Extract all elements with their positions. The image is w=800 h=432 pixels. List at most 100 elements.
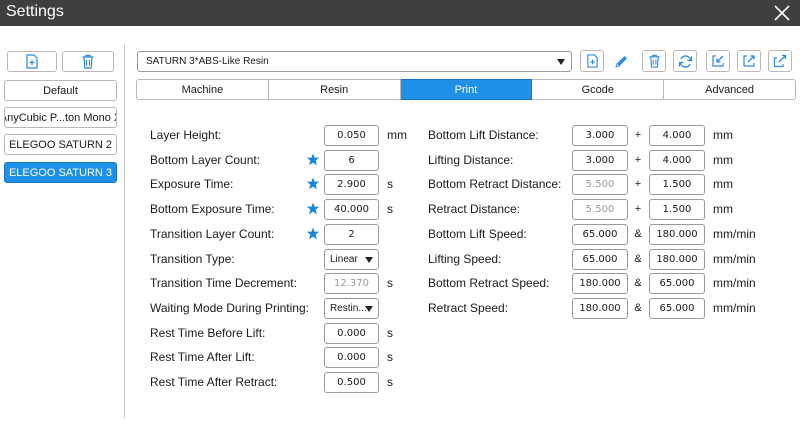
copy-icon: [773, 54, 787, 68]
setting-unit: mm: [713, 128, 733, 142]
new-file-icon: [586, 54, 598, 68]
setting-input[interactable]: 65.000: [649, 297, 705, 319]
setting-input[interactable]: 180.000: [572, 297, 628, 319]
tab-gcode[interactable]: Gcode: [532, 79, 665, 100]
setting-unit: s: [387, 350, 393, 365]
setting-input[interactable]: 12.370: [324, 273, 379, 295]
export-icon: [743, 55, 755, 67]
setting-operator: +: [634, 129, 642, 141]
printer-item[interactable]: AnyCubic P...ton Mono X: [4, 107, 117, 128]
setting-input[interactable]: 2: [324, 223, 379, 245]
setting-unit: mm: [387, 128, 407, 142]
setting-input[interactable]: 3.000: [572, 149, 628, 171]
setting-input[interactable]: 65.000: [572, 248, 628, 270]
setting-operator: &: [634, 252, 642, 265]
export-profile-button[interactable]: [737, 50, 761, 72]
setting-label: Waiting Mode During Printing:: [150, 300, 309, 315]
setting-input[interactable]: 180.000: [572, 273, 628, 295]
setting-unit: s: [387, 325, 393, 340]
setting-input[interactable]: 180.000: [649, 248, 705, 270]
setting-unit: mm: [713, 177, 733, 192]
edit-profile-button[interactable]: [609, 50, 633, 72]
setting-unit: s: [387, 177, 393, 192]
new-file-icon: [26, 54, 38, 69]
tab-print[interactable]: Print: [400, 79, 533, 100]
setting-label: Bottom Layer Count:: [150, 152, 261, 167]
setting-input[interactable]: 0.000: [324, 322, 379, 344]
setting-operator: &: [634, 277, 642, 290]
copy-profile-button[interactable]: [768, 50, 792, 72]
chevron-down-icon: [365, 256, 373, 263]
profile-select-value: SATURN 3*ABS-Like Resin: [146, 56, 269, 67]
setting-operator: +: [634, 203, 642, 216]
tab-advanced[interactable]: Advanced: [664, 79, 796, 100]
edit-pencil-icon: [614, 55, 627, 68]
window-title: Settings: [6, 3, 64, 20]
setting-label: Exposure Time:: [150, 177, 234, 192]
profile-select[interactable]: SATURN 3*ABS-Like Resin: [137, 51, 572, 72]
star-icon: [306, 227, 320, 241]
setting-input[interactable]: 65.000: [572, 223, 628, 245]
delete-trash-icon: [648, 54, 660, 68]
setting-input[interactable]: 40.000: [324, 199, 379, 221]
setting-input[interactable]: 1.500: [649, 174, 705, 196]
setting-label: Rest Time After Lift:: [150, 350, 255, 365]
delete-printer-button[interactable]: [62, 51, 114, 72]
setting-label: Bottom Retract Distance:: [428, 177, 562, 192]
setting-input[interactable]: 0.500: [324, 372, 379, 393]
import-profile-button[interactable]: [706, 50, 730, 72]
setting-operator: +: [634, 153, 642, 166]
setting-unit: mm: [713, 152, 733, 167]
tab-machine[interactable]: Machine: [136, 79, 269, 100]
setting-input[interactable]: 5.500: [572, 199, 628, 221]
close-icon[interactable]: [772, 3, 792, 23]
title-bar: Settings: [0, 0, 800, 26]
setting-input[interactable]: 0.050: [324, 125, 379, 146]
setting-unit: mm/min: [713, 276, 756, 291]
setting-label: Bottom Retract Speed:: [428, 276, 550, 291]
setting-operator: &: [634, 301, 642, 314]
tab-resin[interactable]: Resin: [268, 79, 401, 100]
delete-trash-icon: [82, 54, 94, 69]
star-icon: [306, 202, 320, 216]
setting-operator: +: [634, 178, 642, 191]
chevron-down-icon: [557, 59, 565, 65]
setting-dropdown[interactable]: Restin...: [324, 297, 379, 319]
setting-label: Lifting Distance:: [428, 152, 514, 167]
setting-unit: s: [387, 375, 393, 389]
setting-label: Bottom Lift Distance:: [428, 128, 539, 142]
star-icon: [306, 153, 320, 167]
delete-profile-button[interactable]: [642, 50, 666, 72]
printer-item[interactable]: Default: [4, 80, 117, 101]
import-icon: [712, 55, 724, 67]
setting-dropdown[interactable]: Linear: [324, 248, 379, 270]
setting-input[interactable]: 4.000: [649, 149, 705, 171]
setting-label: Rest Time After Retract:: [150, 375, 278, 389]
setting-input[interactable]: 3.000: [572, 125, 628, 146]
setting-input[interactable]: 180.000: [649, 223, 705, 245]
setting-input[interactable]: 6: [324, 149, 379, 171]
setting-unit: mm/min: [713, 251, 756, 266]
settings-tabs: Machine Resin Print Gcode Advanced: [136, 79, 796, 100]
setting-unit: mm: [713, 202, 733, 217]
printer-item[interactable]: ELEGOO SATURN 3: [4, 162, 117, 183]
sidebar-divider: [124, 44, 125, 418]
setting-input[interactable]: 1.500: [649, 199, 705, 221]
setting-input[interactable]: 2.900: [324, 174, 379, 196]
setting-input[interactable]: 5.500: [572, 174, 628, 196]
setting-label: Transition Time Decrement:: [150, 276, 297, 291]
setting-input[interactable]: 0.000: [324, 347, 379, 369]
setting-label: Bottom Lift Speed:: [428, 226, 527, 241]
setting-unit: s: [387, 202, 393, 217]
setting-input[interactable]: 4.000: [649, 125, 705, 146]
add-printer-button[interactable]: [7, 51, 57, 72]
setting-label: Retract Speed:: [428, 300, 509, 315]
printer-item[interactable]: ELEGOO SATURN 2: [4, 134, 117, 155]
setting-input[interactable]: 65.000: [649, 273, 705, 295]
setting-label: Transition Layer Count:: [150, 226, 275, 241]
new-profile-button[interactable]: [580, 50, 604, 72]
setting-label: Rest Time Before Lift:: [150, 325, 266, 340]
refresh-icon: [678, 54, 692, 68]
setting-dropdown-value: Restin...: [330, 302, 367, 314]
refresh-profile-button[interactable]: [673, 50, 697, 72]
